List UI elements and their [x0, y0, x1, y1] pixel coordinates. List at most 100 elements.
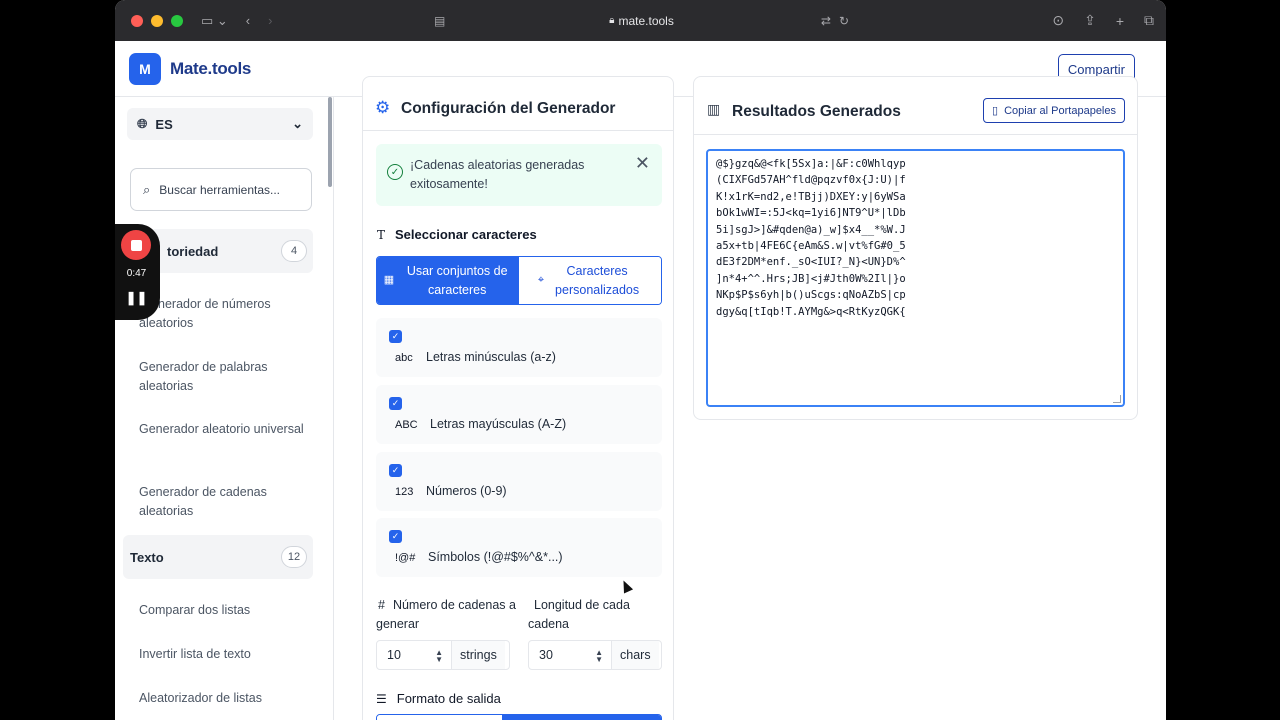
gear-icon: ⚙	[375, 98, 391, 117]
option-symbols[interactable]: ✓ !@# Símbolos (!@#$%^&*...)	[376, 518, 662, 577]
lock-icon: 🔒︎	[609, 15, 615, 26]
language-label: ES	[155, 116, 173, 132]
success-alert: ✓ ¡Cadenas aleatorias generadas exitosam…	[376, 144, 662, 206]
results-textarea[interactable]: @$}gzq&@<fk[5Sx]a:|&F:c0Whlqyp (CIXFGd57A…	[706, 149, 1125, 407]
forward-icon[interactable]: ›	[268, 13, 272, 28]
tab-label: Usar conjuntos de caracteres	[406, 263, 508, 297]
sidebar-item-universal-random[interactable]: Generador aleatorio universal	[139, 420, 309, 439]
chart-icon: ▥	[707, 101, 721, 117]
list-icon: ☰	[376, 691, 387, 706]
select-chars-title: Seleccionar caracteres	[395, 227, 537, 242]
close-window-button[interactable]	[131, 14, 143, 27]
count-label-block: # Número de cadenas a generar	[376, 596, 516, 634]
length-input[interactable]: 30 ▲ ▼	[529, 641, 612, 669]
output-line: NKp$P$s6yh|b()uScgs:qNoAZbS|cp	[716, 289, 906, 302]
downloads-icon[interactable]: ⊙	[1052, 12, 1064, 29]
option-lowercase[interactable]: ✓ abc Letras minúsculas (a-z)	[376, 318, 662, 377]
select-chars-heading: T Seleccionar caracteres	[377, 227, 537, 242]
output-line: 5i]sgJ>]&#qden@a)_w]$x4__*%W.J	[716, 223, 906, 236]
output-line: ]n*4+^^.Hrs;JB]<j#Jth0W%2Il|}o	[716, 272, 906, 285]
output-line: dE3f2DM*enf._sO<IUI?_N}<UN}D%^	[716, 256, 906, 269]
numbers-code: 123	[395, 486, 414, 498]
sidebar-item-compare-lists[interactable]: Comparar dos listas	[139, 601, 309, 620]
pause-icon[interactable]: ❚❚	[115, 290, 158, 306]
reload-icon[interactable]: ↻	[839, 14, 849, 28]
count-label: Número de cadenas a generar	[376, 598, 516, 631]
window-controls	[131, 14, 183, 27]
sidebar-item-random-numbers[interactable]: nerador de números aleatorios	[139, 295, 309, 333]
uppercase-code: ABC	[395, 419, 418, 431]
stop-recording-button[interactable]	[121, 230, 151, 260]
resize-handle[interactable]	[1113, 395, 1121, 403]
address-bar[interactable]: ▤ 🔒︎ mate.tools ⇄ ↻	[428, 8, 855, 33]
option-numbers[interactable]: ✓ 123 Números (0-9)	[376, 452, 662, 511]
sidebar-scrollbar[interactable]	[328, 97, 332, 187]
sidebar-item-reverse-list[interactable]: Invertir lista de texto	[139, 645, 309, 664]
back-icon[interactable]: ‹	[246, 13, 250, 28]
sidebar-toggle-icon[interactable]: ▭ ⌄	[201, 13, 228, 29]
numbers-label: Números (0-9)	[426, 484, 507, 498]
length-stepper[interactable]: ▲ ▼	[595, 649, 603, 664]
copy-to-clipboard-button[interactable]: ▯ Copiar al Portapapeles	[983, 98, 1125, 123]
output-line: K!x1rK=nd2,e!TBjj)DXEY:y|6yWSa	[716, 190, 906, 203]
sidebar-item-random-words[interactable]: Generador de palabras aleatorias	[139, 358, 309, 396]
tabs-icon[interactable]: ⧉	[1144, 12, 1154, 29]
alert-text: ¡Cadenas aleatorias generadas exitosamen…	[410, 158, 585, 191]
length-label-block: Longitud de cada cadena	[528, 596, 658, 634]
new-tab-icon[interactable]: +	[1116, 13, 1124, 29]
maximize-window-button[interactable]	[171, 14, 183, 27]
sidebar-item-label: aleatorios	[139, 316, 194, 330]
share-icon[interactable]: ⇪	[1084, 12, 1096, 29]
numbers-checkbox[interactable]: ✓	[389, 464, 402, 477]
lowercase-label: Letras minúsculas (a-z)	[426, 350, 556, 364]
language-selector[interactable]: 🌐︎ ES ⌄	[127, 108, 313, 140]
length-input-group: 30 ▲ ▼ chars	[528, 640, 662, 670]
symbols-checkbox[interactable]: ✓	[389, 530, 402, 543]
search-input[interactable]: Buscar herramientas...	[159, 183, 280, 197]
output-line: a5x+tb|4FE6C{eAm&S.w|vt%fG#0_5	[716, 240, 906, 253]
results-card: ▥ Resultados Generados ▯ Copiar al Porta…	[693, 76, 1138, 420]
char-mode-toggle: ▦ Usar conjuntos de caracteres ⌖ Caracte…	[376, 256, 662, 305]
count-stepper[interactable]: ▲ ▼	[435, 649, 443, 664]
minimize-window-button[interactable]	[151, 14, 163, 27]
category-label: Texto	[130, 549, 164, 565]
output-line: @$}gzq&@<fk[5Sx]a:|&F:c0Whlqyp	[716, 158, 906, 170]
clipboard-icon: ▯	[992, 105, 999, 117]
format-option-1[interactable]	[377, 715, 502, 720]
close-icon[interactable]: ✕	[635, 154, 650, 173]
logo[interactable]: M	[129, 52, 161, 85]
format-toggle	[376, 714, 662, 720]
tab-custom-chars[interactable]: ⌖ Caracteres personalizados	[519, 257, 661, 304]
hash-icon: #	[378, 598, 385, 612]
tab-overview-icon[interactable]: ▤	[434, 14, 445, 28]
format-title: Formato de salida	[396, 691, 501, 706]
lowercase-code: abc	[395, 352, 413, 364]
count-input[interactable]: 10 ▲ ▼	[377, 641, 452, 669]
translate-icon[interactable]: ⇄	[821, 14, 831, 28]
tag-icon: ⌖	[537, 274, 545, 286]
sidebar-item-list-randomizer[interactable]: Aleatorizador de listas	[139, 689, 309, 708]
tab-char-sets[interactable]: ▦ Usar conjuntos de caracteres	[377, 257, 519, 304]
url-text: mate.tools	[618, 13, 674, 28]
format-option-2[interactable]	[501, 715, 661, 720]
search-box[interactable]: ⌕ Buscar herramientas...	[130, 168, 312, 211]
tab-label: Caracteres personalizados	[555, 263, 640, 297]
browser-window: ▭ ⌄ ‹ › ▤ 🔒︎ mate.tools ⇄ ↻ ⊙ ⇪ + ⧉ M Ma…	[115, 0, 1166, 720]
length-label: Longitud de cada cadena	[528, 598, 630, 631]
category-label: toriedad	[167, 243, 219, 259]
symbols-label: Símbolos (!@#$%^&*...)	[428, 550, 563, 564]
option-uppercase[interactable]: ✓ ABC Letras mayúsculas (A-Z)	[376, 385, 662, 444]
type-icon: T	[377, 227, 386, 242]
sidebar-item-random-strings[interactable]: Generador de cadenas aleatorias	[139, 483, 309, 521]
symbols-code: !@#	[395, 552, 416, 564]
recording-time: 0:47	[126, 268, 147, 279]
uppercase-label: Letras mayúsculas (A-Z)	[430, 417, 567, 431]
uppercase-checkbox[interactable]: ✓	[389, 397, 402, 410]
brand-name[interactable]: Mate.tools	[170, 59, 251, 79]
lowercase-checkbox[interactable]: ✓	[389, 330, 402, 343]
format-heading: ☰ Formato de salida	[376, 691, 501, 706]
category-texto[interactable]: Texto 12	[123, 535, 313, 579]
output-line: (CIXFGd57AH^fld@pqzvf0x{J:U)|f	[716, 174, 906, 187]
results-header: ▥ Resultados Generados ▯ Copiar al Porta…	[694, 77, 1137, 135]
chevron-down-icon: ⌄	[292, 116, 303, 131]
